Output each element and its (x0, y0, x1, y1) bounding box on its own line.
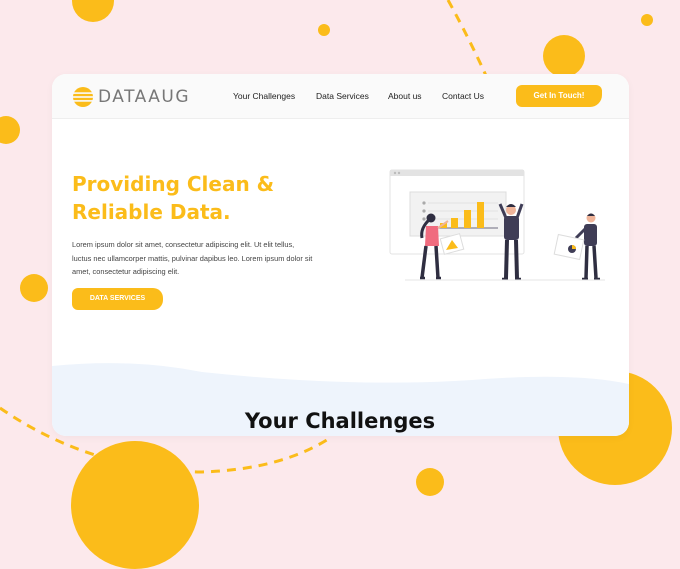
nav-link-your-challenges[interactable]: Your Challenges (233, 91, 295, 101)
hero-illustration (389, 169, 605, 281)
brand-logo[interactable]: DATAAUG (72, 86, 190, 108)
brand-name: DATAAUG (98, 87, 191, 107)
hero-title: Providing Clean & Reliable Data. (72, 170, 332, 226)
section-title-your-challenges: Your Challenges (244, 409, 436, 433)
website-card: DATAAUG Your Challenges Data Services Ab… (52, 74, 629, 436)
nav-link-data-services[interactable]: Data Services (316, 91, 369, 101)
hero-title-line-1: Providing Clean & (72, 172, 275, 196)
get-in-touch-button[interactable]: Get In Touch! (516, 85, 602, 107)
hero-title-line-2: Reliable Data. (72, 200, 231, 224)
logo-icon (72, 87, 94, 107)
top-navbar: DATAAUG Your Challenges Data Services Ab… (52, 74, 629, 119)
hero-paragraph: Lorem ipsum dolor sit amet, consectetur … (72, 240, 313, 276)
nav-link-contact-us[interactable]: Contact Us (442, 91, 484, 101)
data-services-button[interactable]: DATA SERVICES (72, 288, 163, 310)
nav-link-about-us[interactable]: About us (388, 91, 422, 101)
